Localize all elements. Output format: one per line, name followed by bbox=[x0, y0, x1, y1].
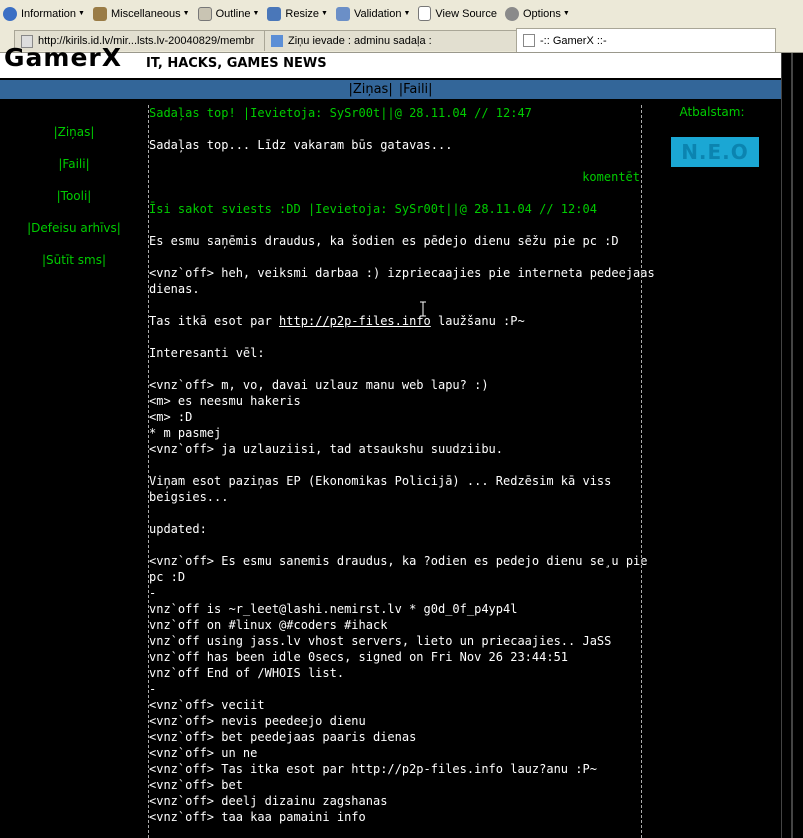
post-text-line: <vnz`off> m, vo, davai uzlauz manu web l… bbox=[149, 378, 489, 392]
main-content: Sadaļas top! |Ievietoja: SySr00t||@ 28.1… bbox=[149, 105, 655, 838]
resize-menu[interactable]: Resize ▼ bbox=[264, 3, 333, 25]
options-label: Options bbox=[522, 7, 561, 20]
dropdown-arrow-icon: ▼ bbox=[182, 10, 190, 17]
dropdown-arrow-icon: ▼ bbox=[321, 10, 328, 17]
dropdown-arrow-icon: ▼ bbox=[78, 10, 85, 17]
view-source-label: View Source bbox=[435, 7, 497, 20]
post-text-line: * m pasmej bbox=[149, 426, 222, 440]
top-nav: |Ziņas| |Faili| bbox=[0, 80, 781, 99]
post-text-line: - bbox=[149, 586, 157, 600]
sidebar-item-defeisu-arhivs[interactable]: |Defeisu arhīvs| bbox=[0, 221, 148, 235]
post-text-line: <vnz`off> bet peedejaas paaris dienas bbox=[149, 730, 417, 744]
post-text-line: <vnz`off> heh, veiksmi darbaa :) izpriec… bbox=[149, 266, 655, 280]
outline-menu[interactable]: Outline ▼ bbox=[195, 3, 265, 25]
validation-label: Validation bbox=[353, 7, 402, 20]
post-text-line: <vnz`off> deelj dizainu zagshanas bbox=[149, 794, 388, 808]
vertical-scrollbar[interactable] bbox=[781, 53, 803, 838]
post-text-line: <vnz`off> Es esmu sanemis draudus, ka ?o… bbox=[149, 554, 648, 568]
post-text-line: vnz`off is ~r_leet@lashi.nemirst.lv * g0… bbox=[149, 602, 518, 616]
tab-gamerx[interactable]: -:: GamerX ::- bbox=[516, 28, 776, 52]
sidebar-item-sutit-sms[interactable]: |Sūtīt sms| bbox=[0, 253, 148, 267]
site-icon bbox=[271, 35, 283, 47]
post-text-line: <vnz`off> taa kaa pamaini info bbox=[149, 810, 366, 824]
post-text-line: beigsies... bbox=[149, 490, 229, 504]
post-text-line: <m> :D bbox=[149, 410, 193, 424]
tab-zinu-ievade[interactable]: Ziņu ievade : adminu sadaļa : bbox=[264, 30, 526, 51]
post-text-line: <vnz`off> Tas itka esot par http://p2p-f… bbox=[149, 762, 597, 776]
post-header: Īsi sakot sviests :DD |Ievietoja: SySr00… bbox=[149, 202, 597, 216]
text-cursor-icon bbox=[420, 301, 426, 317]
post-header: Sadaļas top! |Ievietoja: SySr00t||@ 28.1… bbox=[149, 106, 532, 120]
post-text-line: <m> es neesmu hakeris bbox=[149, 394, 301, 408]
tab-label: Ziņu ievade : adminu sadaļa : bbox=[288, 35, 432, 47]
post-text-line: vnz`off on #linux @#coders #ihack bbox=[149, 618, 388, 632]
site-tagline: IT, HACKS, GAMES NEWS bbox=[146, 56, 327, 71]
outline-label: Outline bbox=[215, 7, 251, 20]
left-sidebar: |Ziņas| |Faili| |Tooli| |Defeisu arhīvs|… bbox=[0, 105, 149, 838]
site-header: GamerX IT, HACKS, GAMES NEWS bbox=[0, 43, 781, 78]
post-text-line: <vnz`off> bet bbox=[149, 778, 243, 792]
information-label: Information bbox=[21, 7, 77, 20]
validation-menu[interactable]: Validation ▼ bbox=[333, 3, 415, 25]
post-body: Sadaļas top... Līdz vakaram būs gatavas.… bbox=[149, 138, 453, 152]
view-source-button[interactable]: View Source bbox=[415, 3, 502, 25]
gear-icon bbox=[504, 6, 519, 21]
nav-link-faili[interactable]: |Faili| bbox=[399, 82, 433, 97]
comment-link[interactable]: komentēt bbox=[582, 169, 640, 185]
miscellaneous-menu[interactable]: Miscellaneous ▼ bbox=[90, 3, 195, 25]
right-sidebar: Atbalstam: N.E.O bbox=[641, 105, 782, 838]
post-text: Tas itkā esot par bbox=[149, 314, 280, 328]
post-text-line: <vnz`off> nevis peedeejo dienu bbox=[149, 714, 366, 728]
information-menu[interactable]: Information ▼ bbox=[0, 3, 90, 25]
sidebar-item-faili[interactable]: |Faili| bbox=[0, 157, 148, 171]
scrollbar-track bbox=[791, 53, 793, 838]
dropdown-arrow-icon: ▼ bbox=[562, 10, 570, 17]
post-text-line: pc :D bbox=[149, 570, 186, 584]
neo-banner[interactable]: N.E.O bbox=[671, 137, 759, 167]
nav-link-zinas[interactable]: |Ziņas| bbox=[348, 82, 392, 97]
resize-label: Resize bbox=[285, 7, 320, 20]
sidebar-item-zinas[interactable]: |Ziņas| bbox=[0, 125, 148, 139]
tools-icon bbox=[92, 6, 107, 21]
site-logo: GamerX bbox=[4, 43, 122, 72]
browser-toolbar: Information ▼ Miscellaneous ▼ Outline ▼ Res… bbox=[0, 0, 803, 28]
post-text-line: <vnz`off> ja uzlauziisi, tad atsaukshu s… bbox=[149, 442, 504, 456]
post-text-line: vnz`off End of /WHOIS list. bbox=[149, 666, 345, 680]
dropdown-arrow-icon: ▼ bbox=[403, 10, 411, 17]
miscellaneous-label: Miscellaneous bbox=[110, 7, 181, 20]
post-text-line: updated: bbox=[149, 522, 207, 536]
validation-icon bbox=[335, 6, 350, 21]
post-text-line: <vnz`off> veciit bbox=[149, 698, 265, 712]
post-text-line: vnz`off has been idle 0secs, signed on F… bbox=[149, 650, 569, 664]
sidebar-item-tooli[interactable]: |Tooli| bbox=[0, 189, 148, 203]
pencil-icon bbox=[197, 6, 212, 21]
page-icon bbox=[418, 6, 432, 21]
post-text-line: <vnz`off> un ne bbox=[149, 746, 258, 760]
post-text-line: Viņam esot paziņas EP (Ekonomikas Polici… bbox=[149, 474, 612, 488]
p2p-files-link[interactable]: http://p2p-files.info bbox=[279, 314, 431, 328]
post-text-line: vnz`off using jass.lv vhost servers, lie… bbox=[149, 634, 612, 648]
options-menu[interactable]: Options ▼ bbox=[502, 3, 575, 25]
post-text-line: Tas itkā esot par http://p2p-files.info … bbox=[149, 313, 525, 329]
post-text-line: Interesanti vēl: bbox=[149, 346, 265, 360]
resize-icon bbox=[267, 6, 282, 21]
post-text-line: Es esmu saņēmis draudus, ka šodien es pē… bbox=[149, 234, 619, 248]
post-text: laužšanu :P~ bbox=[430, 314, 525, 328]
page-icon bbox=[523, 34, 535, 47]
tab-label: -:: GamerX ::- bbox=[540, 34, 607, 47]
dropdown-arrow-icon: ▼ bbox=[252, 10, 260, 17]
post-text-line: dienas. bbox=[149, 282, 200, 296]
post-text-line: - bbox=[149, 682, 157, 696]
page-content: GamerX IT, HACKS, GAMES NEWS |Ziņas| |Fai… bbox=[0, 43, 782, 838]
support-title: Atbalstam: bbox=[679, 105, 745, 119]
information-icon bbox=[3, 6, 17, 21]
